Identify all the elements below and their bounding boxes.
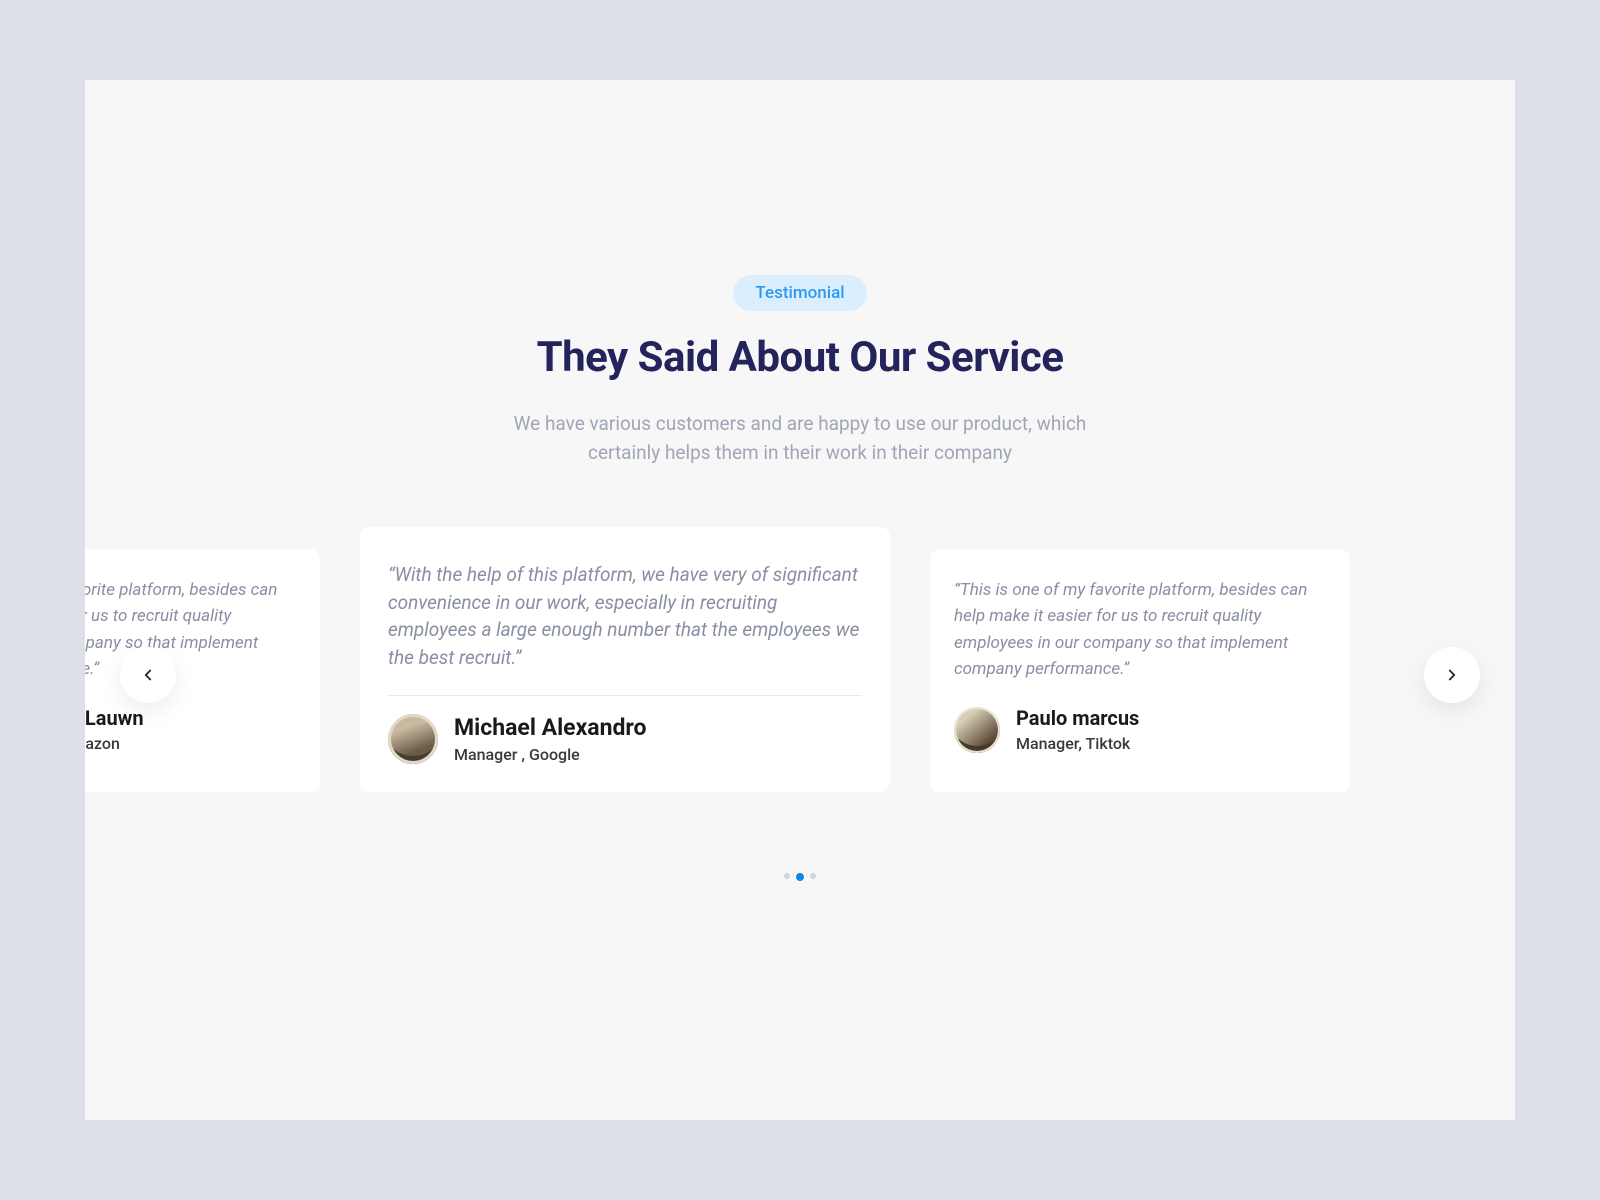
testimonial-card: “This is one of my favorite platform, be… bbox=[930, 549, 1350, 792]
author-title: Manager , Google bbox=[454, 745, 647, 764]
testimonial-author: Paulo marcus Manager, Tiktok bbox=[954, 706, 1326, 753]
author-title: Manager, Tiktok bbox=[1016, 734, 1139, 753]
author-title: Manager , Amazon bbox=[85, 734, 144, 753]
carousel-dot[interactable] bbox=[810, 873, 816, 879]
testimonial-carousel: “This is one of my favorite platform, be… bbox=[85, 527, 1515, 847]
section-header: Testimonial They Said About Our Service … bbox=[85, 275, 1515, 467]
section-subtitle: We have various customers and are happy … bbox=[480, 410, 1120, 467]
testimonial-quote: “With the help of this platform, we have… bbox=[388, 561, 862, 671]
author-name: Margartha Lauwn bbox=[85, 706, 144, 730]
carousel-prev-button[interactable] bbox=[120, 647, 176, 703]
testimonial-quote: “This is one of my favorite platform, be… bbox=[954, 577, 1326, 682]
carousel-dot-active[interactable] bbox=[796, 873, 804, 881]
testimonial-author: Margartha Lauwn Manager , Amazon bbox=[85, 706, 296, 753]
testimonial-quote: “This is one of my favorite platform, be… bbox=[85, 577, 296, 682]
author-info: Paulo marcus Manager, Tiktok bbox=[1016, 706, 1139, 753]
section-badge: Testimonial bbox=[733, 275, 866, 311]
testimonial-section: Testimonial They Said About Our Service … bbox=[85, 80, 1515, 1120]
testimonial-author: Michael Alexandro Manager , Google bbox=[388, 714, 862, 764]
chevron-left-icon bbox=[139, 666, 157, 684]
carousel-next-button[interactable] bbox=[1424, 647, 1480, 703]
author-info: Michael Alexandro Manager , Google bbox=[454, 714, 647, 764]
carousel-dots bbox=[85, 873, 1515, 881]
avatar bbox=[954, 707, 1000, 753]
carousel-dot[interactable] bbox=[784, 873, 790, 879]
author-name: Michael Alexandro bbox=[454, 714, 647, 741]
divider bbox=[388, 695, 862, 696]
section-title: They Said About Our Service bbox=[85, 333, 1515, 382]
carousel-track: “This is one of my favorite platform, be… bbox=[250, 527, 1350, 792]
testimonial-card-active: “With the help of this platform, we have… bbox=[360, 527, 890, 792]
avatar bbox=[388, 714, 438, 764]
author-name: Paulo marcus bbox=[1016, 706, 1139, 730]
author-info: Margartha Lauwn Manager , Amazon bbox=[85, 706, 144, 753]
chevron-right-icon bbox=[1443, 666, 1461, 684]
